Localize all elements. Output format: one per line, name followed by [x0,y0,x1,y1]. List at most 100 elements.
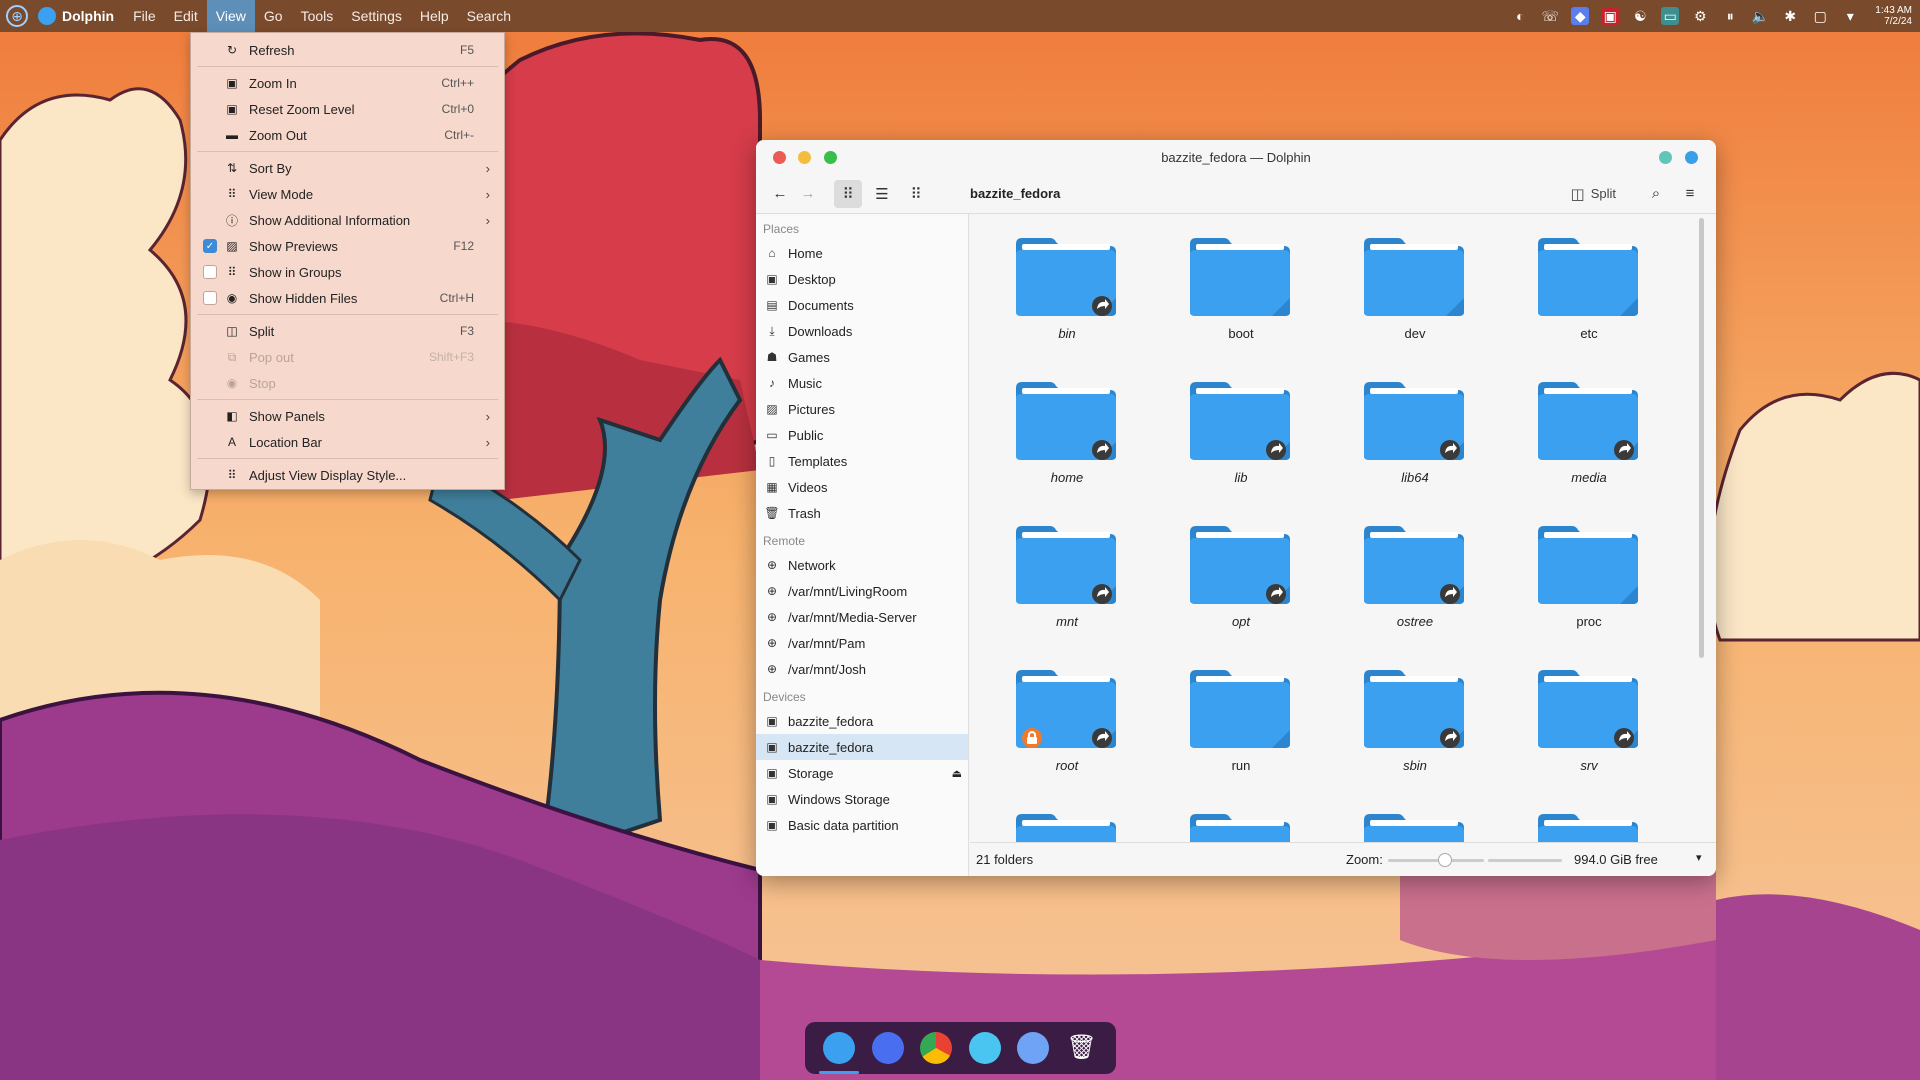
forward-button[interactable]: → [794,180,822,208]
update-icon[interactable]: ▣ [1601,7,1620,25]
dock-toggle[interactable] [1017,1032,1050,1064]
menu-item-refresh[interactable]: ↻ Refresh F5 [191,37,504,63]
display-icon[interactable]: ▢ [1811,7,1829,25]
sidebar-item-templates[interactable]: ▯ Templates [756,448,968,474]
sidebar-item-trash[interactable]: 🗑 Trash [756,500,968,526]
moon-icon[interactable]: ◐ [1511,7,1529,25]
folder-item[interactable]: dev [1328,214,1468,358]
dock-mail[interactable] [968,1032,1001,1064]
sidebar-item-media-server[interactable]: ⊕ /var/mnt/Media-Server [756,604,968,630]
sidebar-item-storage[interactable]: ▣ Storage ⏏ [756,760,968,786]
close-button[interactable] [773,151,786,164]
menu-edit[interactable]: Edit [165,0,207,32]
menu-view[interactable]: View [206,0,255,32]
eject-icon[interactable]: ⏏ [952,767,962,780]
show-hidden-checkbox[interactable] [203,291,217,305]
folder-item[interactable]: bin [980,214,1120,358]
show-previews-checkbox[interactable]: ✓ [203,239,217,253]
folder-item[interactable]: srv [1502,646,1642,790]
folder-item[interactable]: sbin [1328,646,1468,790]
folder-item[interactable]: lib64 [1328,358,1468,502]
sidebar-item-network[interactable]: ⊕ Network [756,552,968,578]
zoom-slider[interactable] [1388,853,1484,867]
menu-item-show-additional-info[interactable]: ⓘ Show Additional Information › [191,207,504,233]
menu-item-location-bar[interactable]: A Location Bar › [191,429,504,455]
menu-help[interactable]: Help [411,0,458,32]
sidebar-item-games[interactable]: ☗ Games [756,344,968,370]
menu-item-show-in-groups[interactable]: ⠿ Show in Groups [191,259,504,285]
bluetooth-icon[interactable]: ✱ [1781,7,1799,25]
zoom-slider-handle[interactable] [1438,853,1452,867]
menu-item-zoom-out[interactable]: ▬ Zoom Out Ctrl+- [191,122,504,148]
menu-item-reset-zoom[interactable]: ▣ Reset Zoom Level Ctrl+0 [191,96,504,122]
folder-item[interactable]: boot [1154,214,1294,358]
app-name[interactable]: Dolphin [62,8,114,24]
sidebar-item-livingroom[interactable]: ⊕ /var/mnt/LivingRoom [756,578,968,604]
menu-item-adjust-view[interactable]: ⠿ Adjust View Display Style... [191,462,504,488]
menu-item-view-mode[interactable]: ⠿ View Mode › [191,181,504,207]
folder-item[interactable]: etc [1502,214,1642,358]
pause-icon[interactable]: ⏸ [1721,7,1739,25]
clock[interactable]: 1:43 AM 7/2/24 [1875,5,1912,27]
folder-item[interactable]: root [980,646,1120,790]
chevron-down-icon[interactable]: ▾ [1841,7,1859,25]
menu-item-split[interactable]: ◫ Split F3 [191,318,504,344]
keep-above-button[interactable] [1659,151,1672,164]
menu-item-zoom-in[interactable]: ▣ Zoom In Ctrl++ [191,70,504,96]
monitor-icon[interactable]: ▭ [1661,7,1680,25]
folder-item[interactable]: opt [1154,502,1294,646]
volume-icon[interactable]: 🔈 [1751,7,1769,25]
phone-icon[interactable]: ☏ [1541,7,1560,25]
dock-discover[interactable] [871,1032,904,1064]
folder-item[interactable]: lib [1154,358,1294,502]
folder-item[interactable]: run [1154,646,1294,790]
title-bar[interactable]: bazzite_fedora — Dolphin [756,140,1716,174]
icons-view-button[interactable]: ⠿ [834,179,862,208]
back-button[interactable]: ← [766,180,794,208]
sidebar-item-desktop[interactable]: ▣ Desktop [756,266,968,292]
search-icon[interactable]: ⌕ [1642,180,1670,208]
sidebar-item-videos[interactable]: ▦ Videos [756,474,968,500]
menu-tools[interactable]: Tools [292,0,343,32]
sidebar-item-pictures[interactable]: ▨ Pictures [756,396,968,422]
sidebar-item-documents[interactable]: ▤ Documents [756,292,968,318]
menu-go[interactable]: Go [255,0,292,32]
folder-item[interactable]: ostree [1328,502,1468,646]
folder-item[interactable]: proc [1502,502,1642,646]
compact-view-button[interactable]: ⠿ [902,180,930,208]
folder-item[interactable]: media [1502,358,1642,502]
gamepad-icon[interactable]: ☯ [1631,7,1649,25]
folder-item[interactable] [1502,790,1642,842]
sidebar-item-downloads[interactable]: ⤓ Downloads [756,318,968,344]
menu-file[interactable]: File [124,0,165,32]
chevron-down-icon[interactable]: ▾ [1696,851,1702,864]
menu-item-show-previews[interactable]: ✓ ▨ Show Previews F12 [191,233,504,259]
hamburger-menu-icon[interactable]: ≡ [1676,180,1704,208]
sidebar-item-josh[interactable]: ⊕ /var/mnt/Josh [756,656,968,682]
folder-item[interactable]: mnt [980,502,1120,646]
free-space[interactable]: 994.0 GiB free [1574,852,1658,867]
file-view[interactable]: bin boot dev etc home lib lib64 media mnt opt ostr… [970,214,1716,842]
folder-item[interactable] [1328,790,1468,842]
folder-item[interactable]: home [980,358,1120,502]
split-button[interactable]: ◫ Split [1571,185,1616,203]
launcher-icon[interactable]: ⊕ [6,5,28,27]
sidebar-item-device-2[interactable]: ▣ bazzite_fedora [756,734,968,760]
sidebar-item-pam[interactable]: ⊕ /var/mnt/Pam [756,630,968,656]
sidebar-item-public[interactable]: ▭ Public [756,422,968,448]
sidebar-item-device-1[interactable]: ▣ bazzite_fedora [756,708,968,734]
steam-icon[interactable]: ⚙ [1691,7,1709,25]
minimize-button[interactable] [798,151,811,164]
vertical-scrollbar[interactable] [1699,218,1704,658]
dock-dolphin[interactable] [819,1032,860,1074]
sidebar-item-music[interactable]: ♪ Music [756,370,968,396]
menu-item-show-hidden-files[interactable]: ◉ Show Hidden Files Ctrl+H [191,285,504,311]
menu-search[interactable]: Search [458,0,520,32]
location-path[interactable]: bazzite_fedora [970,186,1060,201]
show-in-groups-checkbox[interactable] [203,265,217,279]
sidebar-item-basic-data-partition[interactable]: ▣ Basic data partition [756,812,968,838]
menu-settings[interactable]: Settings [342,0,411,32]
trash-icon[interactable]: 🗑 [1066,1032,1098,1064]
menu-item-show-panels[interactable]: ◧ Show Panels › [191,403,504,429]
folder-item[interactable] [980,790,1120,842]
